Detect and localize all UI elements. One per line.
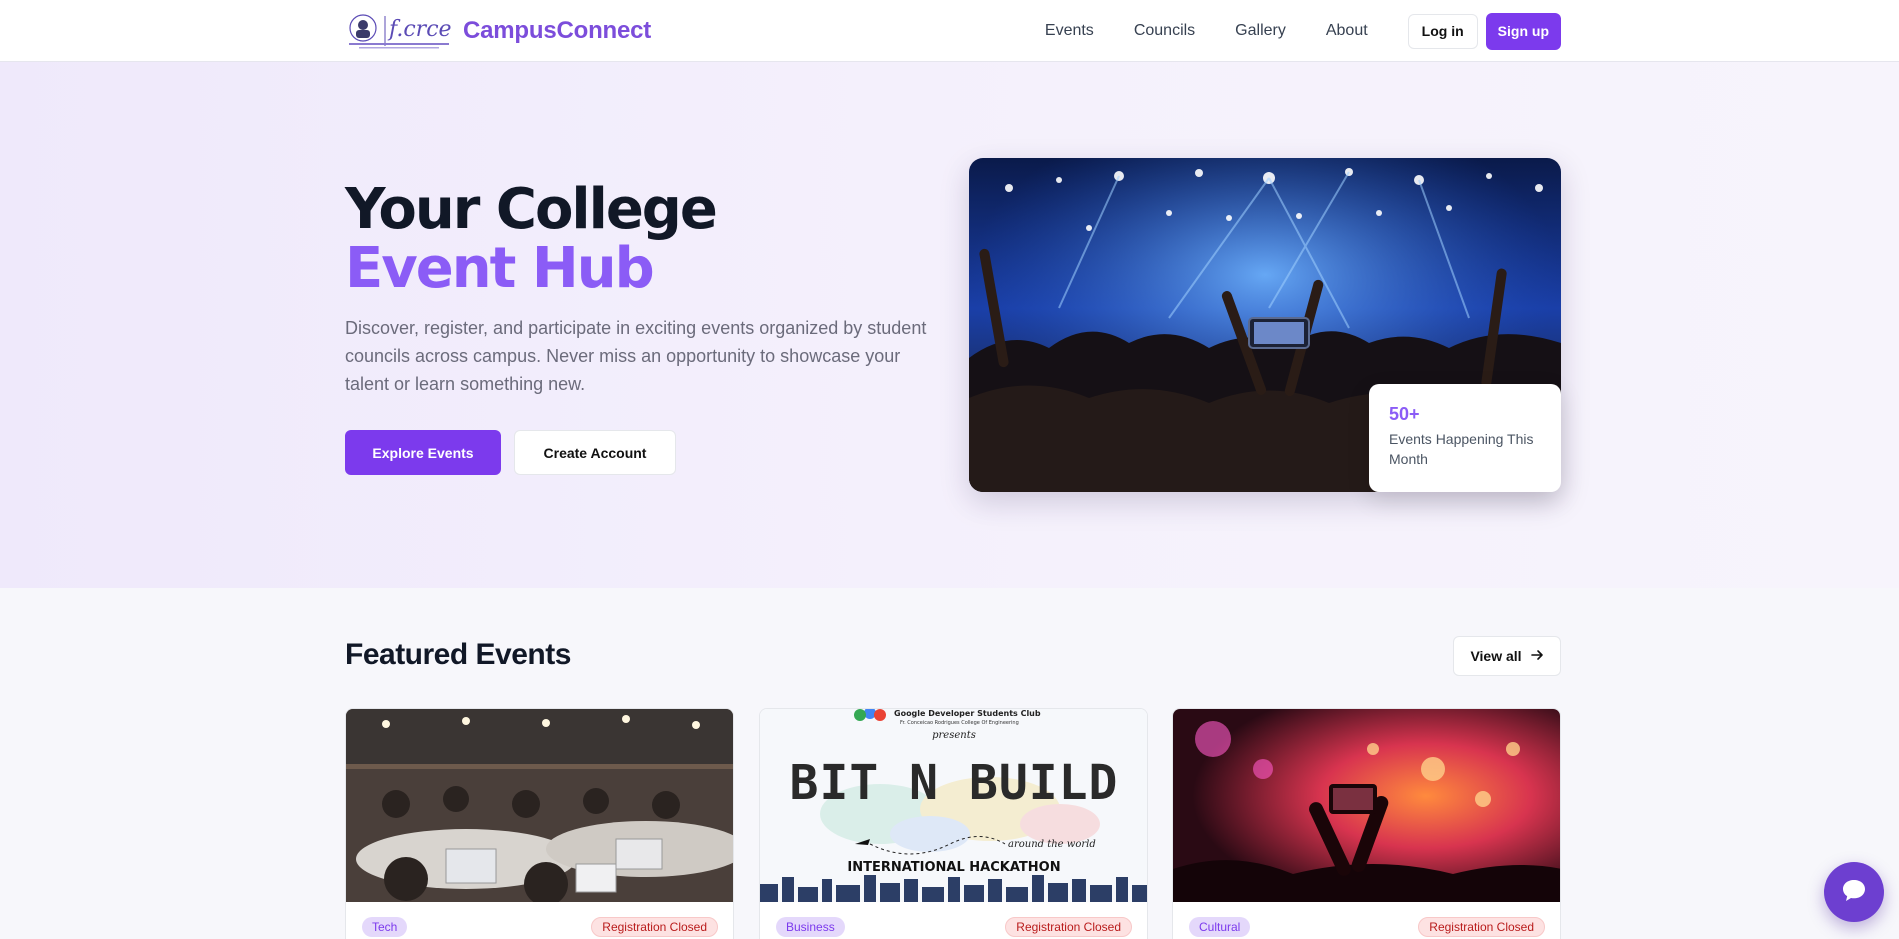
brand-name[interactable]: CampusConnect [463,17,651,45]
top-navbar: f.crce CampusConnect Events Councils Gal… [0,0,1899,62]
event-image-concert-lights [1173,709,1560,902]
status-badge: Registration Closed [1005,917,1132,937]
poster-presents: presents [932,730,976,741]
nav-links: Events Councils Gallery About Log in Sig… [1045,12,1561,50]
explore-events-button[interactable]: Explore Events [345,430,501,475]
hero-title-line1: Your College [345,177,718,242]
nav-link-about[interactable]: About [1326,22,1368,40]
hero-section: Your College Event Hub Discover, registe… [0,62,1899,588]
view-all-button[interactable]: View all [1453,636,1561,676]
poster-subtitle: around the world [1008,839,1096,850]
nav-link-events[interactable]: Events [1045,22,1094,40]
create-account-button[interactable]: Create Account [514,430,676,475]
nav-link-gallery[interactable]: Gallery [1235,22,1286,40]
stat-label: Events Happening This Month [1389,431,1534,467]
hero-title: Your College Event Hub [345,177,718,301]
poster-org: Google Developer Students Club [894,709,1041,718]
hero-description: Discover, register, and participate in e… [345,318,927,394]
nav-link-councils[interactable]: Councils [1134,22,1195,40]
category-tag: Cultural [1189,917,1251,937]
hero-title-line2: Event Hub [345,236,655,301]
chat-button[interactable] [1824,862,1884,922]
svg-text:f.crce: f.crce [387,17,452,42]
poster-title: BIT N BUILD [790,755,1119,811]
status-badge: Registration Closed [591,917,718,937]
event-image-hackathon-room [346,709,733,902]
login-button[interactable]: Log in [1407,13,1478,49]
arrow-right-icon [1530,648,1544,665]
event-card-tech[interactable]: Tech Registration Closed [345,708,734,939]
view-all-label: View all [1470,648,1522,664]
chat-bubble-icon [1840,876,1868,909]
featured-events-title: Featured Events [345,638,571,671]
category-tag: Business [776,917,845,937]
status-badge: Registration Closed [1418,917,1545,937]
event-poster-bit-n-build: Google Developer Students Club Fr. Conce… [760,709,1147,902]
poster-college: Fr. Conceicao Rodrigues College Of Engin… [900,720,1019,726]
signup-button[interactable]: Sign up [1485,12,1561,50]
event-card-business[interactable]: Google Developer Students Club Fr. Conce… [759,708,1148,939]
stat-number: 50+ [1389,404,1420,424]
poster-tagline: INTERNATIONAL HACKATHON [847,860,1060,875]
category-tag: Tech [362,917,408,937]
college-logo-icon[interactable]: f.crce [345,10,461,52]
event-card-cultural[interactable]: Cultural Registration Closed [1172,708,1561,939]
events-stat-card: 50+ Events Happening This Month [1369,384,1561,492]
